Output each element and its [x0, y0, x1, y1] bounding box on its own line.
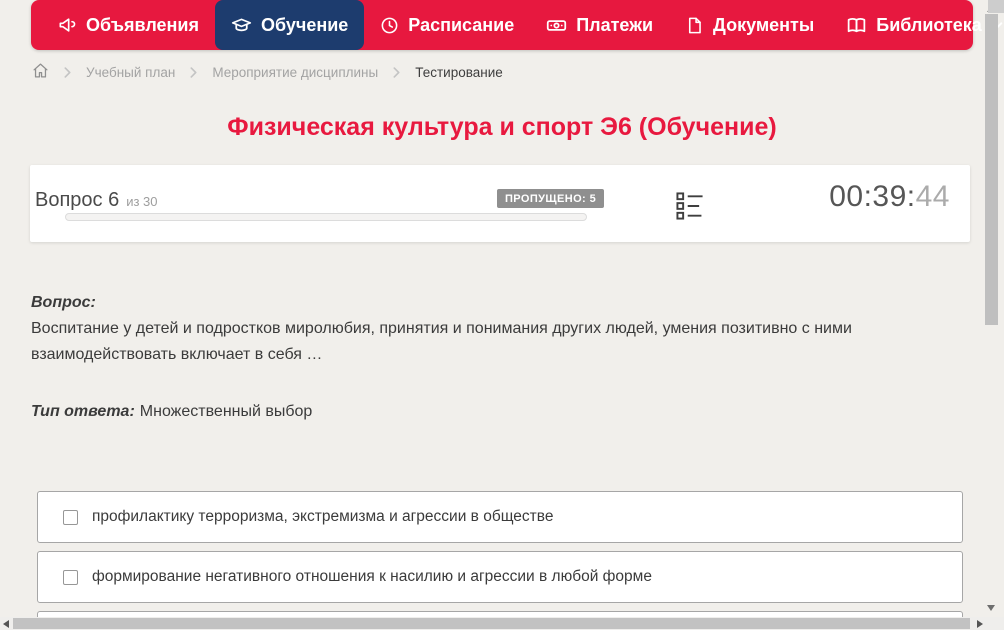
nav-item-label: Документы	[713, 15, 814, 36]
scroll-left-arrow-icon[interactable]	[3, 620, 9, 628]
banknote-icon	[546, 15, 567, 36]
timer: 00:39:44	[818, 180, 950, 214]
nav-item-label: Объявления	[86, 15, 199, 36]
answer-checkbox[interactable]	[63, 570, 78, 585]
question-block: Вопрос: Воспитание у детей и подростков …	[31, 290, 951, 368]
scrollbar-corner	[988, 0, 1004, 13]
answer-option-label: формирование негативного отношения к нас…	[92, 568, 652, 586]
answer-options: профилактику терроризма, экстремизма и а…	[37, 491, 963, 630]
nav-item-label: Обучение	[261, 15, 348, 36]
nav-item-label: Библиотека	[876, 15, 982, 36]
breadcrumb-home[interactable]	[32, 62, 49, 82]
home-icon	[32, 67, 49, 82]
nav-item-payments[interactable]: Платежи	[530, 0, 669, 50]
question-list-button[interactable]	[672, 188, 708, 224]
main-nav: Объявления Обучение Расписание Платежи Д…	[31, 0, 973, 50]
question-prefix: Вопрос:	[31, 290, 951, 316]
question-total: из 30	[126, 194, 157, 209]
chevron-right-icon	[391, 67, 402, 78]
app-screen: Объявления Обучение Расписание Платежи Д…	[0, 0, 1004, 630]
answer-option[interactable]: профилактику терроризма, экстремизма и а…	[37, 491, 963, 543]
nav-item-schedule[interactable]: Расписание	[364, 0, 530, 50]
breadcrumb-item-discipline-event[interactable]: Мероприятие дисциплины	[212, 65, 378, 80]
nav-item-label: Платежи	[576, 15, 653, 36]
book-icon	[846, 15, 867, 36]
progress-bar	[65, 213, 587, 221]
nav-item-library[interactable]: Библиотека	[830, 0, 1004, 50]
answer-type-label: Тип ответа:	[31, 403, 135, 420]
scroll-right-arrow-icon[interactable]	[977, 620, 983, 628]
vertical-scrollbar[interactable]	[985, 0, 998, 617]
answer-type-line: Тип ответа: Множественный выбор	[31, 403, 312, 421]
horizontal-scrollbar[interactable]	[0, 617, 1004, 630]
skipped-badge: ПРОПУЩЕНО: 5	[497, 189, 604, 208]
list-icon	[675, 210, 705, 225]
nav-item-label: Расписание	[408, 15, 514, 36]
breadcrumb: Учебный план Мероприятие дисциплины Тест…	[32, 61, 503, 83]
timer-hours-minutes: 00:39:	[829, 180, 915, 213]
breadcrumb-item-curriculum[interactable]: Учебный план	[86, 65, 175, 80]
graduation-cap-icon	[231, 15, 252, 36]
scroll-down-arrow-icon[interactable]	[987, 605, 995, 611]
megaphone-icon	[57, 15, 77, 35]
chevron-right-icon	[188, 67, 199, 78]
clock-icon	[380, 16, 399, 35]
timer-seconds: 44	[916, 180, 950, 213]
nav-item-education[interactable]: Обучение	[215, 0, 364, 50]
nav-item-announcements[interactable]: Объявления	[41, 0, 215, 50]
document-icon	[685, 16, 704, 35]
answer-type-value: Множественный выбор	[140, 403, 313, 420]
answer-option[interactable]: формирование негативного отношения к нас…	[37, 551, 963, 603]
chevron-right-icon	[62, 67, 73, 78]
nav-item-documents[interactable]: Документы	[669, 0, 830, 50]
vertical-scrollbar-thumb[interactable]	[985, 14, 998, 325]
answer-checkbox[interactable]	[63, 510, 78, 525]
question-number: Вопрос 6из 30	[35, 189, 158, 212]
answer-option-label: профилактику терроризма, экстремизма и а…	[92, 508, 553, 526]
horizontal-scrollbar-thumb[interactable]	[13, 618, 970, 629]
page-title: Физическая культура и спорт Э6 (Обучение…	[0, 113, 1004, 142]
question-text: Воспитание у детей и подростков миролюби…	[31, 316, 951, 368]
breadcrumb-item-testing: Тестирование	[415, 65, 503, 80]
